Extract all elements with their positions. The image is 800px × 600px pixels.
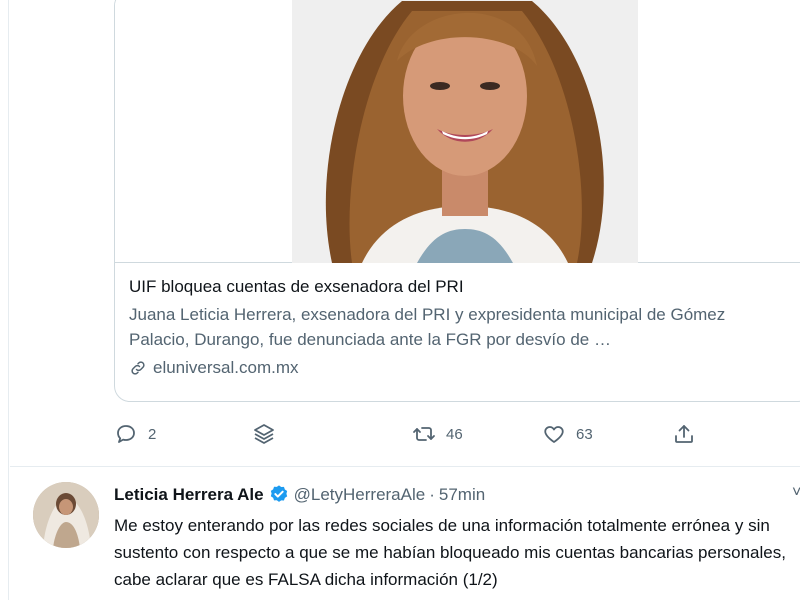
like-count: 63 [576,425,593,443]
share-icon [675,425,693,443]
verified-badge-icon [270,485,287,502]
card-domain-text: eluniversal.com.mx [153,358,299,377]
header-separator: · [429,485,435,504]
tweet-divider [10,466,800,467]
link-preview-card[interactable]: UIF bloquea cuentas de exsenadora del PR… [114,0,800,402]
user-handle[interactable]: @LetyHerreraAle [294,485,426,505]
reply-icon [117,425,135,443]
reply-count: 2 [148,425,157,443]
chevron-down-icon[interactable]: ˅ [792,484,800,502]
avatar[interactable] [33,482,99,548]
like-button[interactable]: 63 [542,422,593,446]
display-name[interactable]: Leticia Herrera Ale [114,485,264,505]
card-title[interactable]: UIF bloquea cuentas de exsenadora del PR… [129,276,799,298]
card-description: Juana Leticia Herrera, exsenadora del PR… [129,305,726,349]
retweet-button[interactable]: 46 [412,422,463,446]
tweet-text: Me estoy enterando por las redes sociale… [114,516,786,589]
link-icon [131,361,145,375]
tweet-action-bar: 2 46 63 [114,418,714,454]
tweet-timestamp[interactable]: 57min [439,485,485,505]
layers-button[interactable] [252,422,276,446]
reply-button[interactable]: 2 [114,422,156,446]
layers-icon [254,424,274,444]
card-domain[interactable]: eluniversal.com.mx [129,356,799,380]
tweet-header: Leticia Herrera Ale @LetyHerreraAle · 57… [114,484,485,506]
heart-icon [544,426,564,443]
card-body[interactable]: UIF bloquea cuentas de exsenadora del PR… [115,264,800,390]
retweet-icon [413,427,435,441]
share-button[interactable] [672,422,696,446]
timeline-border [8,0,9,600]
retweet-count: 46 [446,425,463,443]
card-photo [292,0,638,263]
card-image[interactable] [115,0,800,263]
